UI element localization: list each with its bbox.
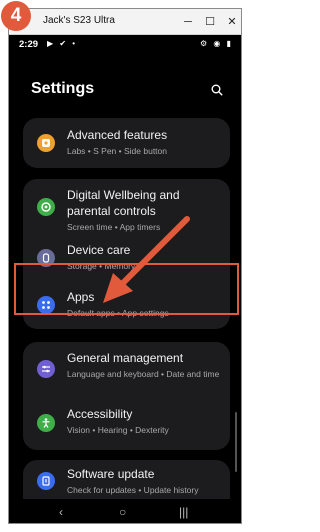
pointer-arrow [103, 216, 190, 303]
step-number-badge: 4 [1, 1, 31, 31]
phone-mirror-window: Jack's S23 Ultra ─ ☐ ✕ 2:29 ▶ ✔ • ⚙ ◉ ▮ … [8, 8, 242, 524]
